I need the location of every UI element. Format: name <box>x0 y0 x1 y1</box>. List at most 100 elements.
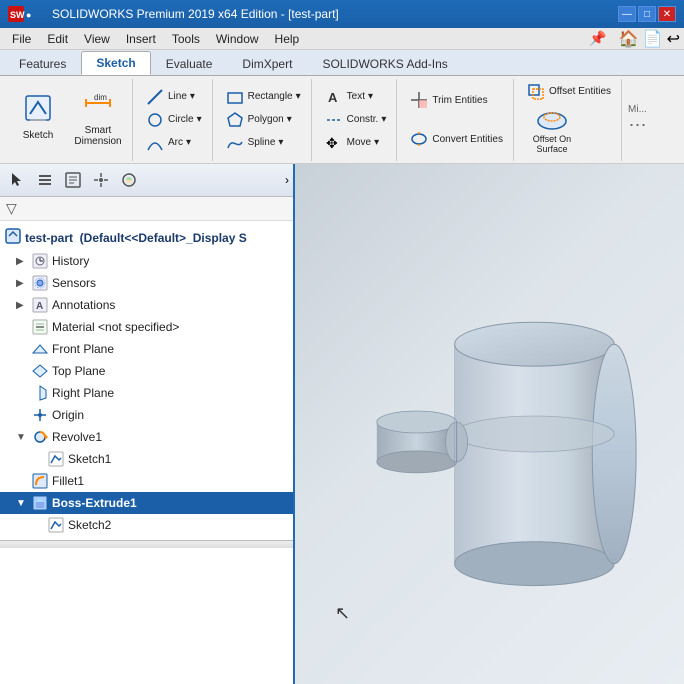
offset-on-surface-button[interactable]: Offset On Surface <box>522 103 582 159</box>
menu-edit[interactable]: Edit <box>39 30 76 48</box>
offset-entities-button[interactable]: Offset Entities <box>522 81 615 103</box>
right-plane-label: Right Plane <box>52 386 114 400</box>
text-icon: A <box>324 87 344 107</box>
rectangle-icon <box>225 87 245 107</box>
sketch-group: Sketch dim Smart Dimension <box>4 79 133 161</box>
sketch-label: Sketch <box>23 130 54 141</box>
sensors-icon <box>31 274 49 292</box>
menu-insert[interactable]: Insert <box>118 30 164 48</box>
shape-buttons: Rectangle▾ Polygon▾ Spline▾ <box>221 81 305 159</box>
origin-label: Origin <box>52 408 84 422</box>
construction-button[interactable]: Constr.▾ <box>320 109 391 131</box>
sketch1-label: Sketch1 <box>68 452 111 466</box>
sensors-label: Sensors <box>52 276 96 290</box>
menu-help[interactable]: Help <box>267 30 308 48</box>
sensors-arrow: ▶ <box>16 278 28 289</box>
tree-item-fillet1[interactable]: ▶ Fillet1 <box>0 470 293 492</box>
panel-resize-handle[interactable] <box>0 540 293 548</box>
tab-dimxpert[interactable]: DimXpert <box>227 52 307 75</box>
convert-entities-button[interactable]: Convert Entities <box>405 128 507 150</box>
tab-sketch[interactable]: Sketch <box>81 51 150 75</box>
undo-icon[interactable]: ↩ <box>667 29 680 49</box>
polygon-icon <box>225 110 245 130</box>
tree-item-annotations[interactable]: ▶ A Annotations <box>0 294 293 316</box>
sketch-button[interactable]: Sketch <box>10 81 66 151</box>
boss-extrude1-icon <box>31 494 49 512</box>
top-plane-label: Top Plane <box>52 364 105 378</box>
offset-on-surface-label: Offset On Surface <box>524 135 580 155</box>
sketch-icon <box>20 90 56 126</box>
history-label: History <box>52 254 89 268</box>
main-content: › ▽ test-part (Default<<Default>_Display… <box>0 164 684 684</box>
polygon-button[interactable]: Polygon▾ <box>221 109 305 131</box>
history-icon <box>31 252 49 270</box>
window-controls[interactable]: — □ ✕ <box>618 6 676 22</box>
arc-button[interactable]: Arc▾ <box>141 132 206 154</box>
offset-group: Offset Entities Offset On Surface <box>516 79 622 161</box>
home-icon[interactable]: 🏠 <box>619 29 639 49</box>
tree-item-revolve1[interactable]: ▼ Revolve1 <box>0 426 293 448</box>
tab-solidworks-addins[interactable]: SOLIDWORKS Add-Ins <box>307 52 462 75</box>
move-icon: ✥ <box>324 133 344 153</box>
maximize-button[interactable]: □ <box>638 6 656 22</box>
tree-item-top-plane[interactable]: ▶ Top Plane <box>0 360 293 382</box>
panel-expand-icon[interactable]: › <box>285 173 289 187</box>
svg-text:dim: dim <box>94 93 107 102</box>
new-file-icon[interactable]: 📄 <box>643 29 663 49</box>
tree-item-material[interactable]: ▶ Material <not specified> <box>0 316 293 338</box>
smart-dimension-button[interactable]: dim Smart Dimension <box>70 81 126 151</box>
close-button[interactable]: ✕ <box>658 6 676 22</box>
tree-item-origin[interactable]: ▶ Origin <box>0 404 293 426</box>
tree-item-sensors[interactable]: ▶ Sensors <box>0 272 293 294</box>
tree-item-history[interactable]: ▶ History <box>0 250 293 272</box>
shape-tools-group: Rectangle▾ Polygon▾ Spline▾ <box>215 79 312 161</box>
text-button[interactable]: A Text▾ <box>320 86 391 108</box>
menu-tools[interactable]: Tools <box>164 30 208 48</box>
fillet1-icon <box>31 472 49 490</box>
viewport[interactable]: ↖ <box>295 164 684 684</box>
menu-window[interactable]: Window <box>208 30 267 48</box>
feature-manager-button[interactable] <box>32 167 58 193</box>
model-viewport <box>295 164 684 684</box>
revolve1-arrow: ▼ <box>16 432 28 443</box>
smart-dimension-label: Smart Dimension <box>72 125 124 147</box>
tab-evaluate[interactable]: Evaluate <box>151 52 228 75</box>
titlebar: SW ● SOLIDWORKS Premium 2019 x64 Edition… <box>0 0 684 28</box>
front-plane-icon <box>31 340 49 358</box>
circle-button[interactable]: Circle▾ <box>141 109 206 131</box>
tree-item-front-plane[interactable]: ▶ Front Plane <box>0 338 293 360</box>
svg-text:A: A <box>36 301 43 312</box>
move-button[interactable]: ✥ Move▾ <box>320 132 391 154</box>
tree-item-right-plane[interactable]: ▶ Right Plane <box>0 382 293 404</box>
tab-features[interactable]: Features <box>4 52 81 75</box>
spline-button[interactable]: Spline▾ <box>221 132 305 154</box>
rectangle-button[interactable]: Rectangle▾ <box>221 86 305 108</box>
annotations-label: Annotations <box>52 298 115 312</box>
circle-icon <box>145 110 165 130</box>
cursor-tool-button[interactable] <box>4 167 30 193</box>
tree-item-boss-extrude1[interactable]: ▼ Boss-Extrude1 <box>0 492 293 514</box>
filter-icon: ▽ <box>6 200 17 217</box>
pin-icon[interactable]: 📌 <box>585 30 610 47</box>
tree-item-sketch2[interactable]: ▶ Sketch2 <box>0 514 293 536</box>
svg-text:●: ● <box>26 10 31 20</box>
trim-entities-button[interactable]: Trim Entities <box>405 89 507 111</box>
convert-entities-icon <box>409 129 429 149</box>
line-button[interactable]: Line▾ <box>141 86 206 108</box>
solidworks-logo: SW ● <box>8 4 44 24</box>
configuration-manager-button[interactable] <box>88 167 114 193</box>
menu-view[interactable]: View <box>76 30 118 48</box>
tree-root[interactable]: test-part (Default<<Default>_Display S <box>0 225 293 250</box>
right-plane-icon <box>31 384 49 402</box>
menu-file[interactable]: File <box>4 30 39 48</box>
window-title: SOLIDWORKS Premium 2019 x64 Edition - [t… <box>52 7 618 21</box>
annotation-tools-group: A Text▾ Constr.▾ ✥ Move▾ <box>314 79 398 161</box>
boss-extrude1-label: Boss-Extrude1 <box>52 496 137 510</box>
sketch2-icon <box>47 516 65 534</box>
display-manager-button[interactable] <box>116 167 142 193</box>
smart-dimension-icon: dim <box>80 85 116 121</box>
property-manager-button[interactable] <box>60 167 86 193</box>
tree-item-sketch1[interactable]: ▶ Sketch1 <box>0 448 293 470</box>
minimize-button[interactable]: — <box>618 6 636 22</box>
ribbon-tabs: Features Sketch Evaluate DimXpert SOLIDW… <box>0 50 684 76</box>
